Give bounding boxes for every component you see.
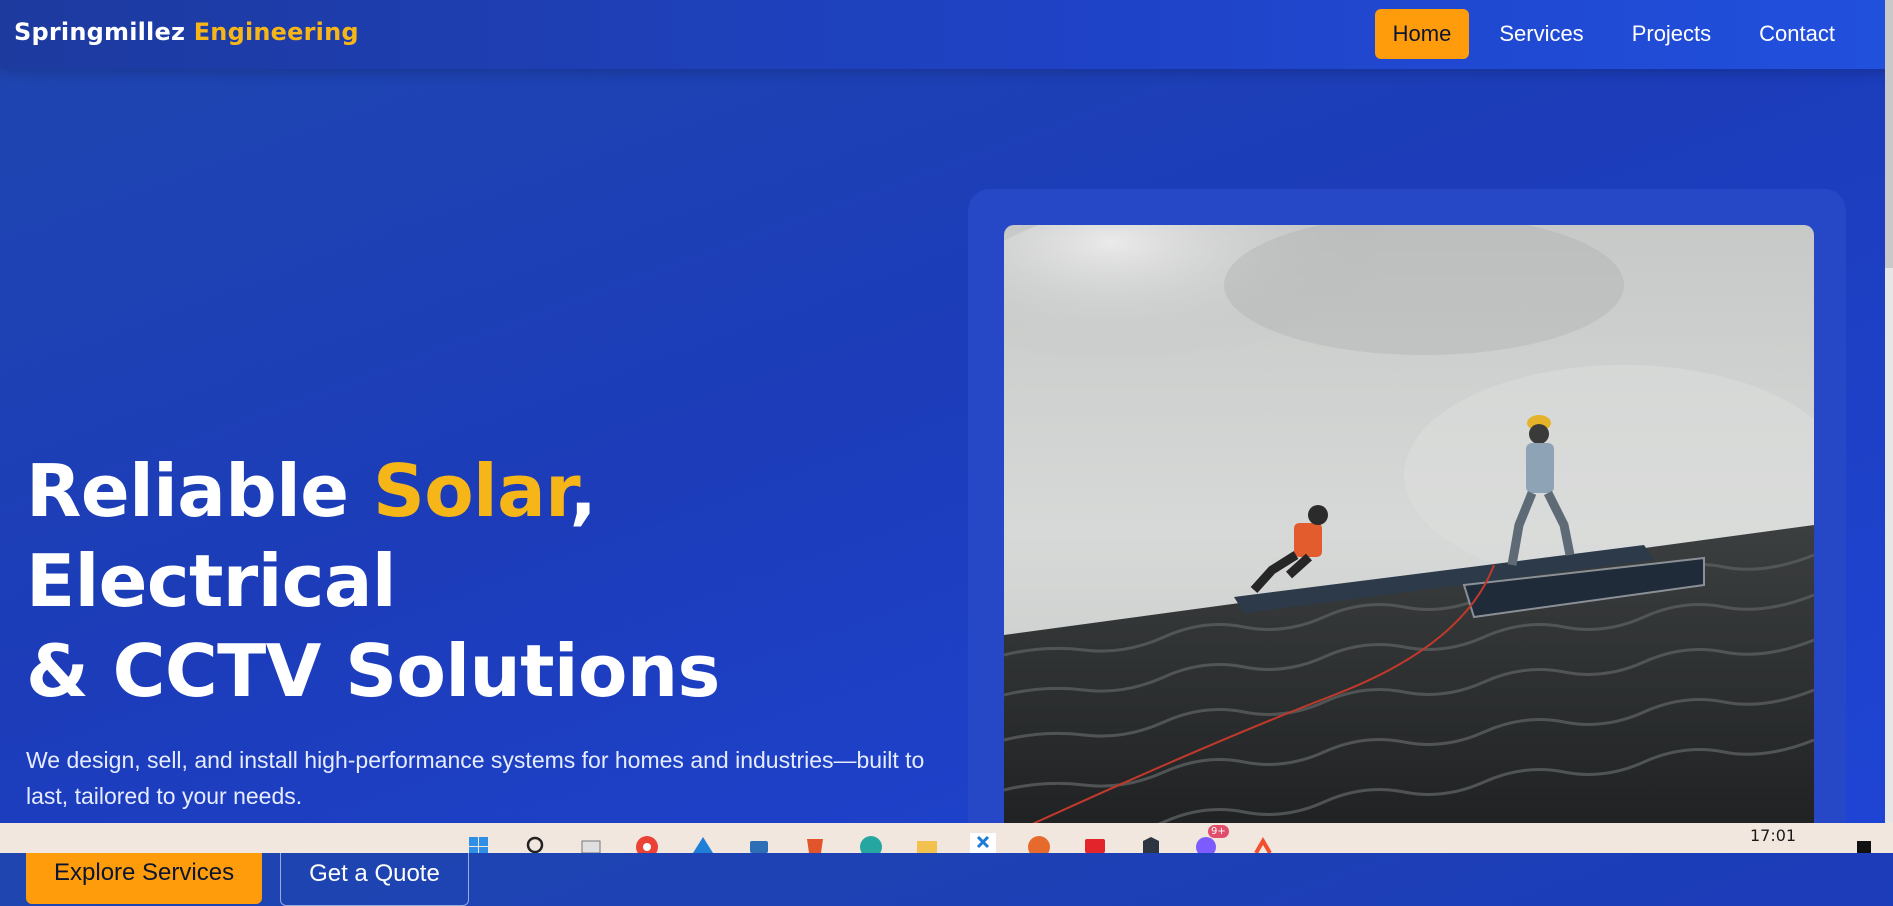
top-navbar: Springmillez Engineering Home Services P… — [0, 0, 1893, 69]
os-taskbar: 9+ 17:01 — [0, 823, 1893, 853]
news-icon[interactable] — [1078, 827, 1112, 853]
store-icon[interactable] — [742, 827, 776, 853]
nav-links: Home Services Projects Contact — [1374, 8, 1893, 60]
vpn-shield-icon[interactable] — [1134, 827, 1168, 853]
taskbar-icons: 9+ — [462, 823, 1280, 853]
hero-title-part1: Reliable — [26, 449, 373, 533]
brand-name: Springmillez — [14, 18, 186, 46]
task-view-icon[interactable] — [574, 827, 608, 853]
vscode-blue-icon[interactable] — [686, 827, 720, 853]
firefox-icon[interactable] — [1022, 827, 1056, 853]
search-icon[interactable] — [518, 827, 552, 853]
messenger-icon[interactable]: 9+ — [1190, 825, 1229, 853]
file-explorer-icon[interactable] — [910, 827, 944, 853]
nav-services[interactable]: Services — [1481, 9, 1601, 59]
taskbar-clock[interactable]: 17:01 — [1750, 826, 1796, 845]
scrollbar-thumb[interactable] — [1885, 0, 1893, 268]
hero-subtitle: We design, sell, and install high-perfor… — [26, 747, 925, 809]
brand-accent: Engineering — [193, 18, 359, 46]
notification-badge: 9+ — [1208, 825, 1229, 838]
git-icon[interactable] — [1246, 827, 1280, 853]
hero-image-card — [968, 189, 1846, 853]
windows-start-icon[interactable] — [462, 827, 496, 853]
edge-icon[interactable] — [854, 827, 888, 853]
hero-title-accent: Solar — [372, 449, 570, 533]
hero-title: Reliable Solar, Electrical & CCTV Soluti… — [26, 446, 946, 716]
brand-logo[interactable]: Springmillez Engineering — [14, 18, 359, 46]
nav-home[interactable]: Home — [1374, 9, 1470, 59]
notification-center-icon[interactable] — [1855, 823, 1873, 853]
solar-installation-photo — [1004, 225, 1814, 845]
chrome-icon[interactable] — [630, 827, 664, 853]
nav-contact[interactable]: Contact — [1741, 9, 1853, 59]
nav-projects[interactable]: Projects — [1614, 9, 1729, 59]
page-scrollbar[interactable] — [1885, 0, 1893, 823]
brave-icon[interactable] — [798, 827, 832, 853]
vscode-icon[interactable] — [966, 827, 1000, 853]
hero-title-line2: & CCTV Solutions — [26, 629, 720, 713]
